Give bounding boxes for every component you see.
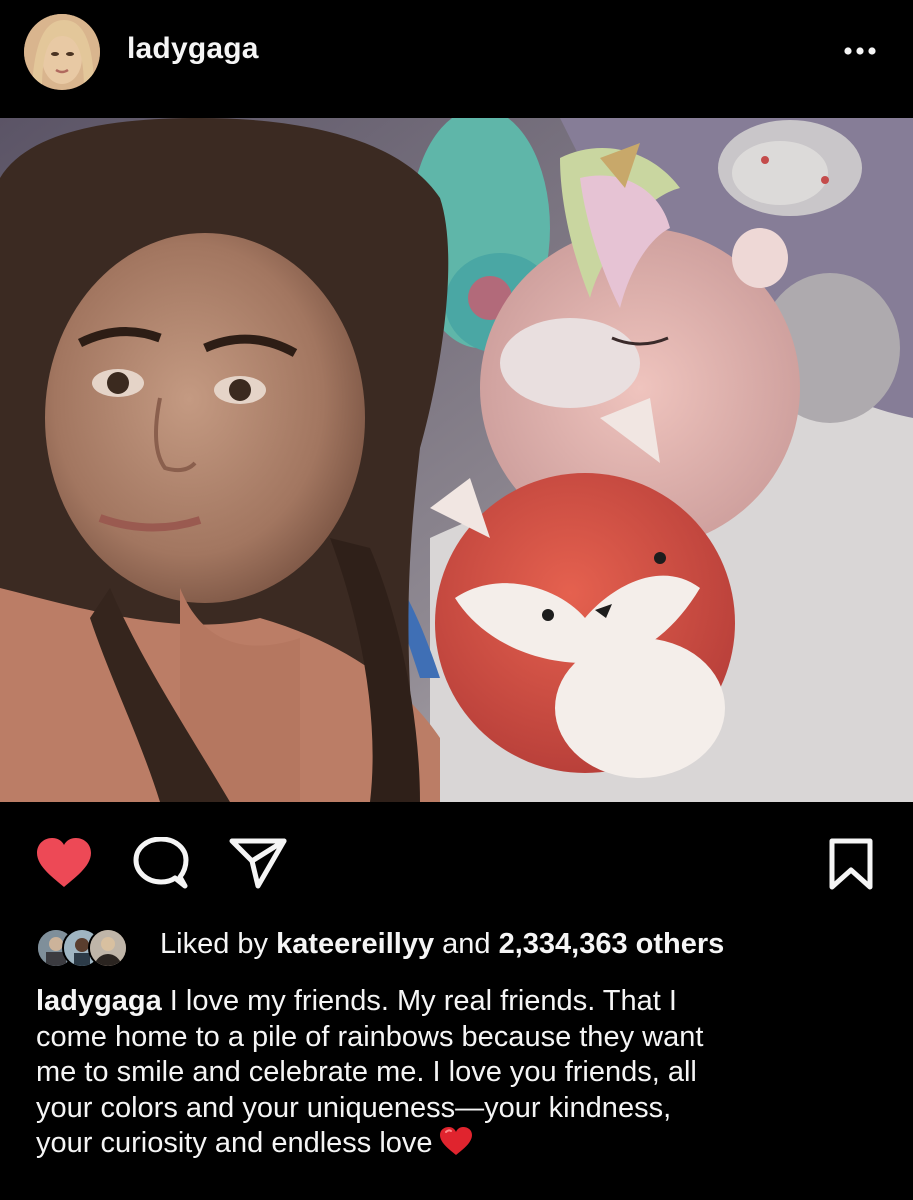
likes-summary: Liked by kateereillyy and 2,334,363 othe… xyxy=(36,924,896,968)
post-header: ladygaga xyxy=(0,0,913,118)
post-actions-bar xyxy=(0,802,913,922)
post-caption: ladygaga I love my friends. My real frie… xyxy=(36,984,876,1166)
caption-line: ladygaga I love my friends. My real frie… xyxy=(36,984,876,1020)
profile-avatar[interactable] xyxy=(24,14,100,90)
likes-prefix: Liked by xyxy=(160,928,277,960)
caption-text: I love my friends. My real friends. That… xyxy=(161,985,677,1017)
likes-middle: and xyxy=(434,928,499,960)
more-options-icon[interactable] xyxy=(840,36,880,66)
likes-text[interactable]: Liked by kateereillyy and 2,334,363 othe… xyxy=(160,928,724,961)
post-photo[interactable] xyxy=(0,118,913,802)
likes-count[interactable]: 2,334,363 others xyxy=(499,928,725,960)
red-heart-emoji-icon xyxy=(439,1126,473,1166)
heart-filled-icon[interactable] xyxy=(35,837,93,894)
post-username[interactable]: ladygaga xyxy=(127,32,259,66)
bookmark-icon[interactable] xyxy=(828,837,874,896)
caption-text: your curiosity and endless love xyxy=(36,1127,433,1159)
caption-line: me to smile and celebrate me. I love you… xyxy=(36,1056,697,1088)
send-icon[interactable] xyxy=(228,837,288,894)
comment-icon[interactable] xyxy=(133,836,189,894)
liker-username[interactable]: kateereillyy xyxy=(276,928,434,960)
liker-avatar[interactable] xyxy=(88,928,128,968)
caption-line: your colors and your uniqueness—your kin… xyxy=(36,1091,672,1124)
caption-line: come home to a pile of rainbows because … xyxy=(36,1020,704,1053)
caption-username[interactable]: ladygaga xyxy=(36,985,162,1017)
caption-line: your curiosity and endless love xyxy=(36,1126,876,1166)
